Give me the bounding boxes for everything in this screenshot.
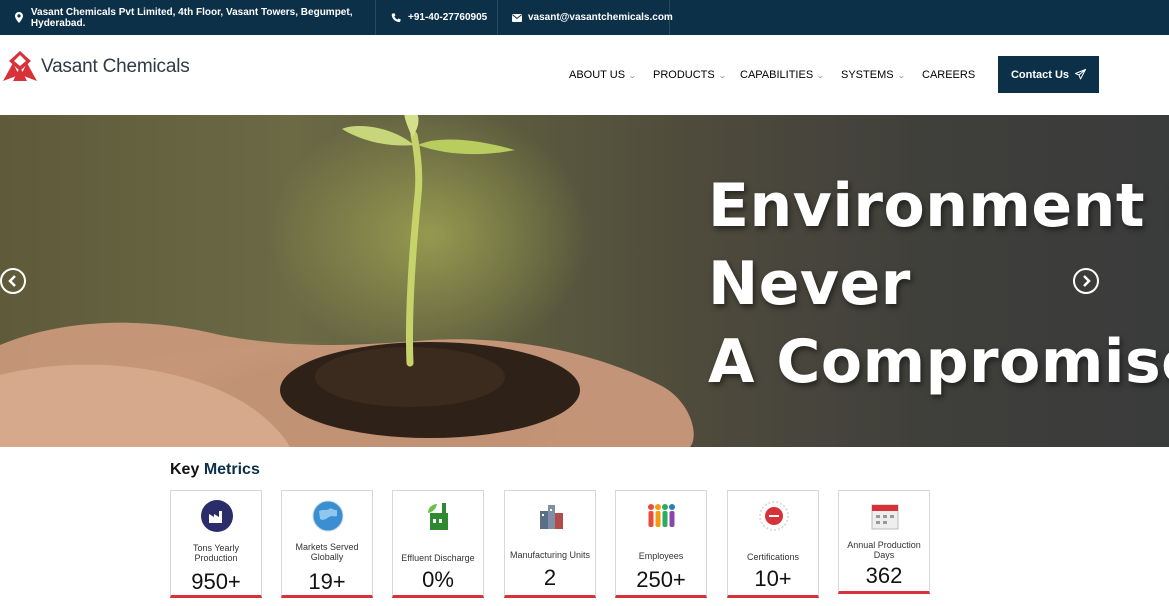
nav-careers[interactable]: CAREERS [922, 69, 975, 81]
hero-line-3: A Compromise [708, 327, 1169, 397]
metric-card: Annual Production Days 362 [838, 490, 930, 594]
chevron-down-icon: ⌄ [816, 70, 825, 80]
nav-systems[interactable]: SYSTEMS ⌄ [841, 69, 906, 81]
certificate-icon [759, 501, 789, 531]
metric-value: 2 [543, 565, 557, 590]
address-item: Vasant Chemicals Pvt Limited, 4th Floor,… [0, 0, 376, 35]
metric-label: Employees [638, 551, 684, 561]
hero-banner: Environment is Never A Compromise [0, 115, 1169, 447]
plant-icon [540, 505, 563, 529]
logo-text: Vasant Chemicals [41, 56, 190, 77]
metric-value: 0% [422, 567, 454, 592]
metric-card: Tons Yearly Production 950+ [170, 490, 262, 598]
metric-value: 19+ [308, 569, 346, 594]
envelope-icon [512, 13, 522, 22]
nav-label: ABOUT US [569, 69, 626, 81]
nav-products[interactable]: PRODUCTS ⌄ [653, 69, 727, 81]
site-logo[interactable]: Vasant Chemicals [3, 50, 190, 84]
globe-icon [312, 500, 344, 532]
email-item[interactable]: vasant@vasantchemicals.com [498, 0, 673, 35]
chevron-down-icon: ⌄ [717, 70, 727, 80]
chevron-down-icon: ⌄ [628, 70, 637, 80]
metric-card: Employees 250+ [615, 490, 707, 598]
people-icon [648, 504, 675, 527]
factory-icon [201, 500, 233, 532]
metric-value: 10+ [754, 566, 792, 591]
hero-headline: Environment is Never A Compromise [708, 167, 1169, 401]
email-text[interactable]: vasant@vasantchemicals.com [528, 12, 673, 23]
map-pin-icon [14, 12, 25, 23]
nav-capabilities[interactable]: CAPABILITIES ⌄ [740, 69, 825, 81]
metric-label: Tons Yearly Production [192, 543, 240, 563]
key-metrics-heading: Key Metrics [170, 461, 260, 479]
logo-mark-icon [3, 51, 37, 81]
hero-line-2: Never [708, 249, 911, 319]
eco-factory-icon [428, 503, 448, 530]
metric-label: Certifications [746, 552, 800, 562]
chevron-left-icon [8, 275, 16, 287]
contact-us-label: Contact Us [1010, 68, 1070, 81]
nav-label: SYSTEMS [841, 69, 894, 81]
chevron-down-icon: ⌄ [896, 70, 906, 80]
heading-part-2: Metrics [203, 461, 260, 478]
address-text: Vasant Chemicals Pvt Limited, 4th Floor,… [30, 6, 353, 29]
metric-value: 250+ [636, 567, 686, 592]
top-info-bar: Vasant Chemicals Pvt Limited, 4th Floor,… [0, 0, 1169, 35]
metric-card: Certifications 10+ [727, 490, 819, 598]
metric-value: 362 [865, 563, 903, 588]
metric-value: 950+ [191, 569, 241, 594]
metric-label: Markets Served Globally [295, 542, 359, 562]
hero-line-1: Environment is [708, 171, 1169, 241]
nav-about-us[interactable]: ABOUT US ⌄ [569, 69, 637, 81]
nav-label: CAREERS [922, 69, 976, 81]
nav-label: CAPABILITIES [740, 69, 814, 81]
heading-part-1: Key [170, 461, 200, 478]
metric-card: Markets Served Globally 19+ [281, 490, 373, 598]
phone-item[interactable]: +91-40-27760905 [376, 0, 498, 35]
metric-label: Manufacturing Units [509, 550, 591, 560]
contact-us-button[interactable]: Contact Us [998, 56, 1099, 93]
phone-icon [390, 12, 402, 23]
calendar-icon [871, 504, 899, 530]
phone-text[interactable]: +91-40-27760905 [408, 12, 487, 23]
chevron-right-icon [1083, 275, 1091, 287]
metric-card: Manufacturing Units 2 [504, 490, 596, 598]
carousel-prev-button[interactable] [0, 268, 26, 294]
carousel-next-button[interactable] [1073, 268, 1099, 294]
metric-label: Effluent Discharge [401, 553, 475, 563]
site-header: Vasant Chemicals ABOUT US ⌄ PRODUCTS ⌄ CAP… [0, 35, 1169, 115]
metric-card: Effluent Discharge 0% [392, 490, 484, 598]
metric-label: Annual Production Days [847, 540, 921, 560]
paper-plane-icon [1075, 69, 1087, 80]
nav-label: PRODUCTS [653, 69, 715, 81]
